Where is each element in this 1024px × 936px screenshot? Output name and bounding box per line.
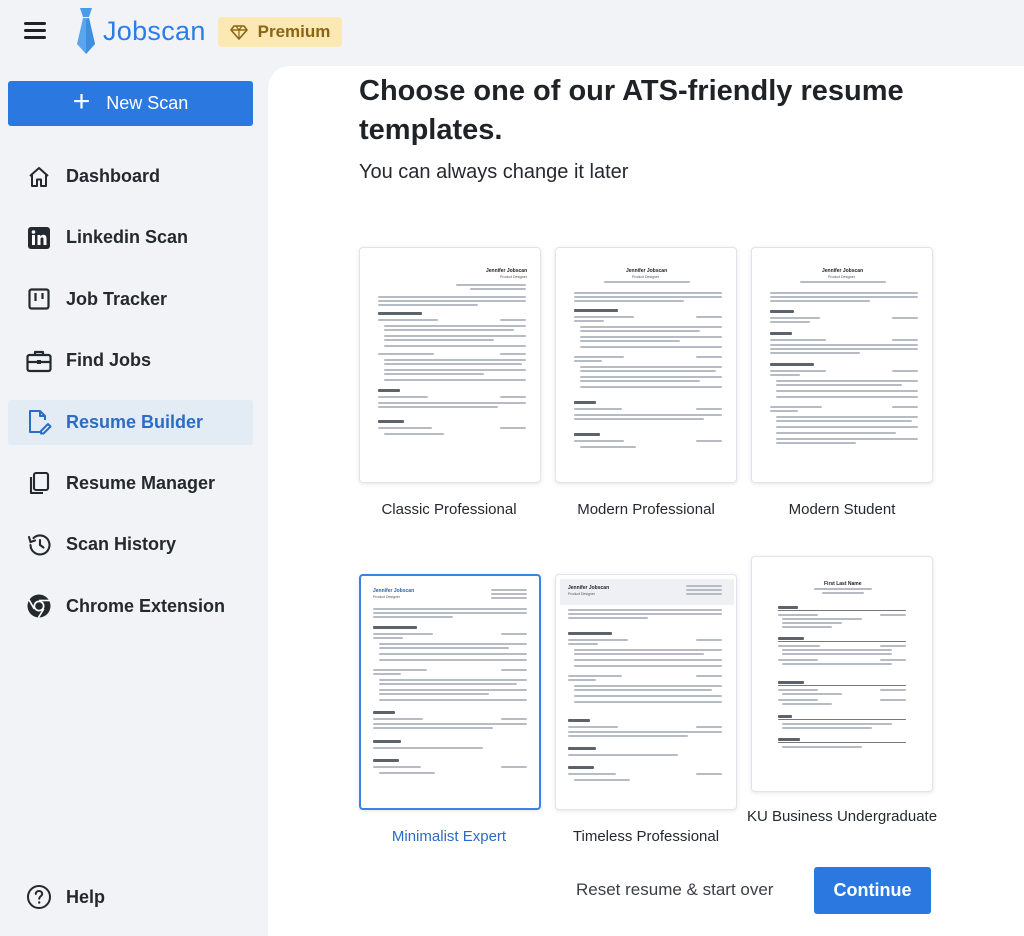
preview-name: Jennifer Jobscan [822,268,864,274]
question-circle-icon [26,884,52,910]
tie-logo-icon [77,8,95,54]
preview-name: Jennifer Jobscan [626,268,668,274]
sidebar-item-label: Linkedin Scan [66,227,189,248]
new-scan-button[interactable]: + New Scan [8,81,253,126]
preview-role: Product Designer [632,275,660,279]
reset-resume-link[interactable]: Reset resume & start over [576,880,773,900]
resume-preview-minimalist: Jennifer Jobscan Product Designer [361,576,539,808]
resume-preview-ku: First Last Name [752,557,932,791]
sidebar-item-chrome-extension[interactable]: Chrome Extension [8,584,253,629]
diamond-icon [229,24,248,40]
sidebar-item-label: Chrome Extension [66,595,226,616]
template-card-modern-professional[interactable]: Jennifer Jobscan Product Designer [555,247,737,483]
resume-preview-modern: Jennifer Jobscan Product Designer [556,248,736,482]
sidebar-item-job-tracker[interactable]: Job Tracker [8,277,253,322]
home-icon [26,164,52,190]
page-title: Choose one of our ATS-friendly resume te… [359,75,904,146]
template-card-timeless-professional[interactable]: Jennifer Jobscan Product Designer [555,574,737,810]
sidebar-item-find-jobs[interactable]: Find Jobs [8,338,253,383]
sidebar-item-resume-builder[interactable]: Resume Builder [8,399,253,445]
template-label-selected[interactable]: Minimalist Expert [349,827,549,847]
sidebar-item-label: Scan History [66,534,177,555]
sidebar-nav: Dashboard Linkedin Scan Job Tracker Find… [8,154,253,645]
template-card-classic-professional[interactable]: Jennifer Jobscan Product Designer [359,247,541,483]
sidebar-item-label: Resume Manager [66,472,216,493]
sidebar-header: Jobscan Premium [0,0,342,66]
hamburger-menu-icon[interactable] [24,22,46,40]
premium-badge[interactable]: Premium [218,17,342,47]
preview-role: Product Designer [500,275,528,279]
template-label[interactable]: Classic Professional [349,500,549,520]
plus-icon: + [72,85,91,118]
resume-preview-classic: Jennifer Jobscan Product Designer [360,248,540,482]
premium-label: Premium [257,22,331,41]
sidebar-item-dashboard[interactable]: Dashboard [8,154,253,199]
help-label: Help [66,886,106,907]
sidebar-item-linkedin-scan[interactable]: Linkedin Scan [8,215,253,260]
preview-name: Jennifer Jobscan [568,585,610,591]
preview-role: Product Designer [828,275,856,279]
kanban-icon [26,286,52,312]
brand-name: Jobscan [103,15,206,46]
template-label[interactable]: Modern Professional [546,500,746,520]
preview-role: Product Designer [568,592,596,596]
preview-name: First Last Name [824,581,862,587]
sidebar-item-scan-history[interactable]: Scan History [8,522,253,567]
new-scan-label: New Scan [106,93,189,113]
preview-name: Jennifer Jobscan [486,268,528,274]
linkedin-icon [26,225,52,251]
sidebar-item-label: Dashboard [66,166,161,186]
template-card-minimalist-expert[interactable]: Jennifer Jobscan Product Designer [359,574,541,810]
copy-icon [26,470,52,496]
jobscan-logo[interactable]: Jobscan [74,6,206,56]
main-panel: Choose one of our ATS-friendly resume te… [268,66,1024,936]
page-subtitle: You can always change it later [359,161,629,183]
chrome-icon [26,593,52,619]
sidebar-item-label: Resume Builder [66,411,204,432]
template-card-modern-student[interactable]: Jennifer Jobscan Product Designer [751,247,933,483]
resume-preview-timeless: Jennifer Jobscan Product Designer [556,575,736,809]
history-icon [26,532,52,558]
template-card-ku-business-undergraduate[interactable]: First Last Name [751,556,933,792]
sidebar-item-label: Job Tracker [66,288,168,309]
sidebar-item-resume-manager[interactable]: Resume Manager [8,461,253,506]
template-label[interactable]: KU Business Undergraduate [742,807,942,827]
help-link[interactable]: Help [26,882,105,912]
edit-document-icon [26,409,52,435]
preview-name: Jennifer Jobscan [373,588,415,594]
template-label[interactable]: Timeless Professional [546,827,746,847]
template-label[interactable]: Modern Student [742,500,942,520]
preview-role: Product Designer [373,595,401,599]
sidebar-item-label: Find Jobs [66,350,151,371]
briefcase-icon [26,348,52,374]
continue-button[interactable]: Continue [814,867,931,914]
resume-preview-student: Jennifer Jobscan Product Designer [752,248,932,482]
